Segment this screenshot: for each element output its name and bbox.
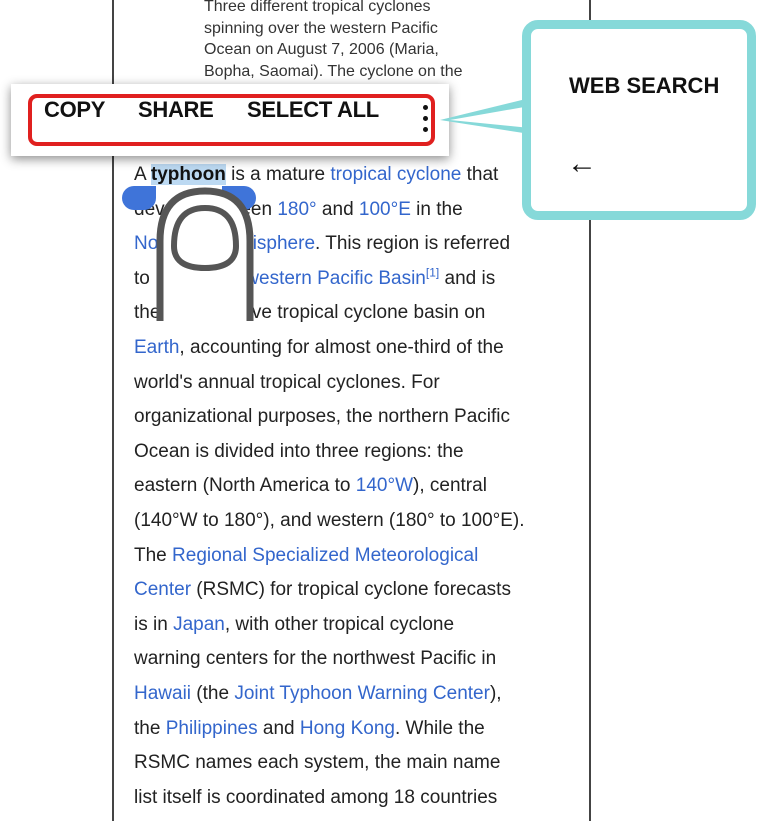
article-line: world's annual tropical cyclones. For	[134, 371, 440, 393]
share-button[interactable]: SHARE	[138, 97, 214, 123]
article-line: warning centers for the northwest Pacifi…	[134, 648, 497, 670]
selected-word[interactable]: typhoon	[150, 164, 226, 185]
article-line: The Regional Specialized Meteorological	[134, 544, 479, 566]
article-line: Hawaii (the Joint Typhoon Warning Center…	[134, 682, 502, 704]
text-selection-toolbar: COPY SHARE SELECT ALL	[11, 84, 449, 156]
select-all-button[interactable]: SELECT ALL	[247, 97, 379, 123]
article-line: is in Japan, with other tropical cyclone	[134, 613, 455, 635]
link-hawaii[interactable]: Hawaii	[134, 683, 191, 704]
link-japan[interactable]: Japan	[173, 614, 225, 635]
link-philippines[interactable]: Philippines	[166, 718, 258, 739]
link-rsmc[interactable]: Regional Specialized Meteorological	[172, 545, 478, 566]
back-arrow-icon[interactable]: ←	[567, 147, 597, 181]
link-180[interactable]: 180°	[277, 199, 316, 220]
link-tropical-cyclone[interactable]: tropical cyclone	[330, 164, 461, 185]
article-line: RSMC names each system, the main name	[134, 752, 501, 774]
article-line: Center (RSMC) for tropical cyclone forec…	[134, 579, 511, 601]
caption-line: Three different tropical cyclones	[204, 0, 431, 15]
link-140w[interactable]: 140°W	[356, 475, 413, 496]
caption-line: Ocean on August 7, 2006 (Maria,	[204, 41, 439, 58]
link-center[interactable]: Center	[134, 579, 191, 600]
link-100e[interactable]: 100°E	[359, 199, 411, 220]
more-vert-icon[interactable]	[423, 105, 429, 135]
link-jtwc[interactable]: Joint Typhoon Warning Center	[234, 683, 490, 704]
link-earth[interactable]: Earth	[134, 337, 179, 358]
article-line: list itself is coordinated among 18 coun…	[134, 786, 498, 808]
link-hong-kong[interactable]: Hong Kong	[300, 718, 395, 739]
article-line: (140°W to 180°), and western (180° to 10…	[134, 509, 525, 531]
finger-tap-icon	[156, 187, 254, 321]
citation-link[interactable]: [1]	[426, 265, 439, 279]
caption-line: Bopha, Saomai). The cyclone on the	[204, 62, 463, 80]
article-line: Earth, accounting for almost one-third o…	[134, 336, 504, 358]
article-line: eastern (North America to 140°W), centra…	[134, 475, 487, 497]
copy-button[interactable]: COPY	[44, 97, 105, 123]
article-line: Ocean is divided into three regions: the	[134, 440, 464, 462]
article-line: the Philippines and Hong Kong. While the	[134, 717, 485, 739]
overflow-menu-callout: WEB SEARCH ←	[522, 20, 756, 220]
article-line: organizational purposes, the northern Pa…	[134, 406, 511, 428]
caption-line: spinning over the western Pacific	[204, 19, 438, 37]
web-search-item[interactable]: WEB SEARCH	[569, 73, 719, 99]
